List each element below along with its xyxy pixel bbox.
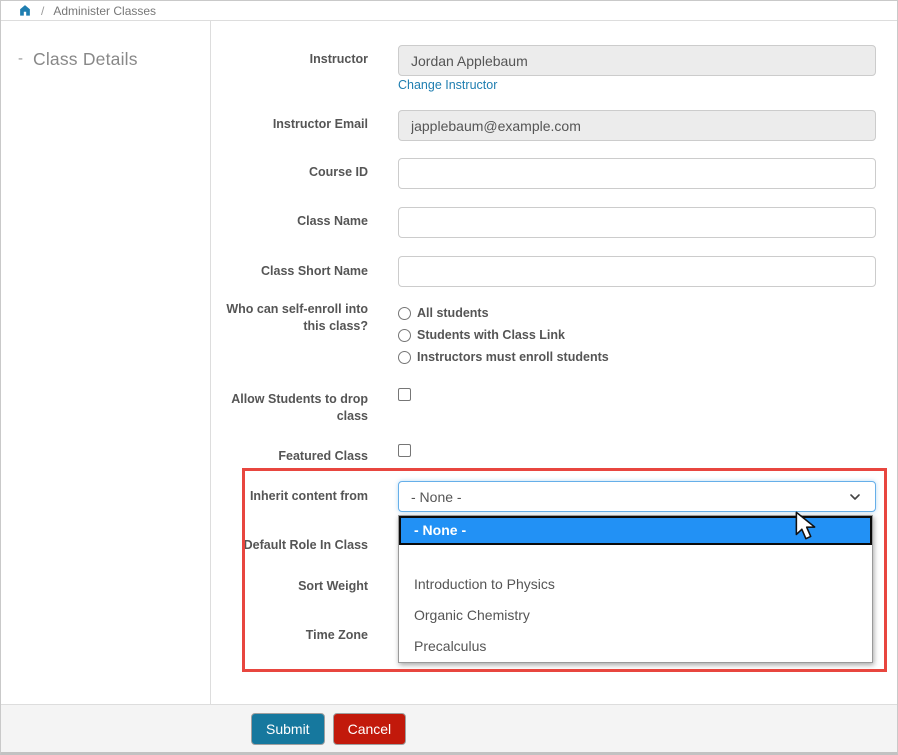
- breadcrumb: / Administer Classes: [1, 1, 897, 21]
- inherit-content-dropdown-menu: - None - Introduction to Physics Organic…: [398, 515, 873, 663]
- sort-weight-label: Sort Weight: [211, 578, 368, 595]
- inherit-content-selected-value: - None -: [411, 489, 462, 505]
- default-role-label: Default Role In Class: [211, 537, 368, 554]
- class-name-input[interactable]: [398, 207, 876, 238]
- breadcrumb-current: Administer Classes: [53, 4, 156, 18]
- featured-class-row: [398, 444, 411, 457]
- course-id-input[interactable]: [398, 158, 876, 189]
- all-students-radio-label: All students: [417, 306, 489, 320]
- home-icon[interactable]: [18, 4, 32, 17]
- submit-button[interactable]: Submit: [251, 713, 325, 745]
- sidebar-section-title: Class Details: [33, 49, 138, 70]
- allow-drop-label: Allow Students to drop class: [211, 391, 368, 425]
- breadcrumb-separator: /: [41, 4, 44, 18]
- class-name-label: Class Name: [211, 213, 368, 230]
- radio-row-all-students: All students: [398, 306, 489, 320]
- time-zone-label: Time Zone: [211, 627, 368, 644]
- radio-row-class-link: Students with Class Link: [398, 328, 565, 342]
- instructors-must-enroll-radio[interactable]: [398, 351, 411, 364]
- radio-row-instructors-enroll: Instructors must enroll students: [398, 350, 609, 364]
- collapse-minus-icon[interactable]: -: [18, 49, 23, 69]
- class-short-name-label: Class Short Name: [211, 263, 368, 280]
- instructors-must-enroll-radio-label: Instructors must enroll students: [417, 350, 609, 364]
- inherit-content-select[interactable]: - None -: [398, 481, 876, 512]
- sidebar: - Class Details: [1, 21, 211, 704]
- instructor-email-input[interactable]: [398, 110, 876, 141]
- class-details-form: Instructor Change Instructor Instructor …: [211, 21, 897, 704]
- dropdown-option-introduction-to-physics[interactable]: Introduction to Physics: [399, 569, 872, 600]
- instructor-input[interactable]: [398, 45, 876, 76]
- students-with-class-link-radio-label: Students with Class Link: [417, 328, 565, 342]
- instructor-label: Instructor: [211, 51, 368, 68]
- administer-classes-page: / Administer Classes - Class Details Ins…: [0, 0, 898, 755]
- change-instructor-link[interactable]: Change Instructor: [398, 78, 497, 92]
- self-enroll-label: Who can self-enroll into this class?: [211, 301, 368, 335]
- featured-class-checkbox[interactable]: [398, 444, 411, 457]
- inherit-content-label: Inherit content from: [211, 488, 368, 505]
- sidebar-section-class-details[interactable]: - Class Details: [18, 49, 210, 70]
- chevron-down-icon: [847, 489, 863, 505]
- dropdown-option-organic-chemistry[interactable]: Organic Chemistry: [399, 600, 872, 631]
- allow-drop-checkbox[interactable]: [398, 388, 411, 401]
- allow-drop-row: [398, 388, 411, 401]
- content-area: - Class Details Instructor Change Instru…: [1, 21, 897, 704]
- course-id-label: Course ID: [211, 164, 368, 181]
- cancel-button[interactable]: Cancel: [333, 713, 407, 745]
- all-students-radio[interactable]: [398, 307, 411, 320]
- dropdown-option-none[interactable]: - None -: [399, 516, 872, 545]
- form-actions-footer: Submit Cancel: [1, 704, 897, 752]
- dropdown-option-precalculus[interactable]: Precalculus: [399, 631, 872, 662]
- dropdown-option-blank[interactable]: [399, 545, 872, 569]
- class-short-name-input[interactable]: [398, 256, 876, 287]
- featured-class-label: Featured Class: [211, 448, 368, 465]
- instructor-email-label: Instructor Email: [211, 116, 368, 133]
- students-with-class-link-radio[interactable]: [398, 329, 411, 342]
